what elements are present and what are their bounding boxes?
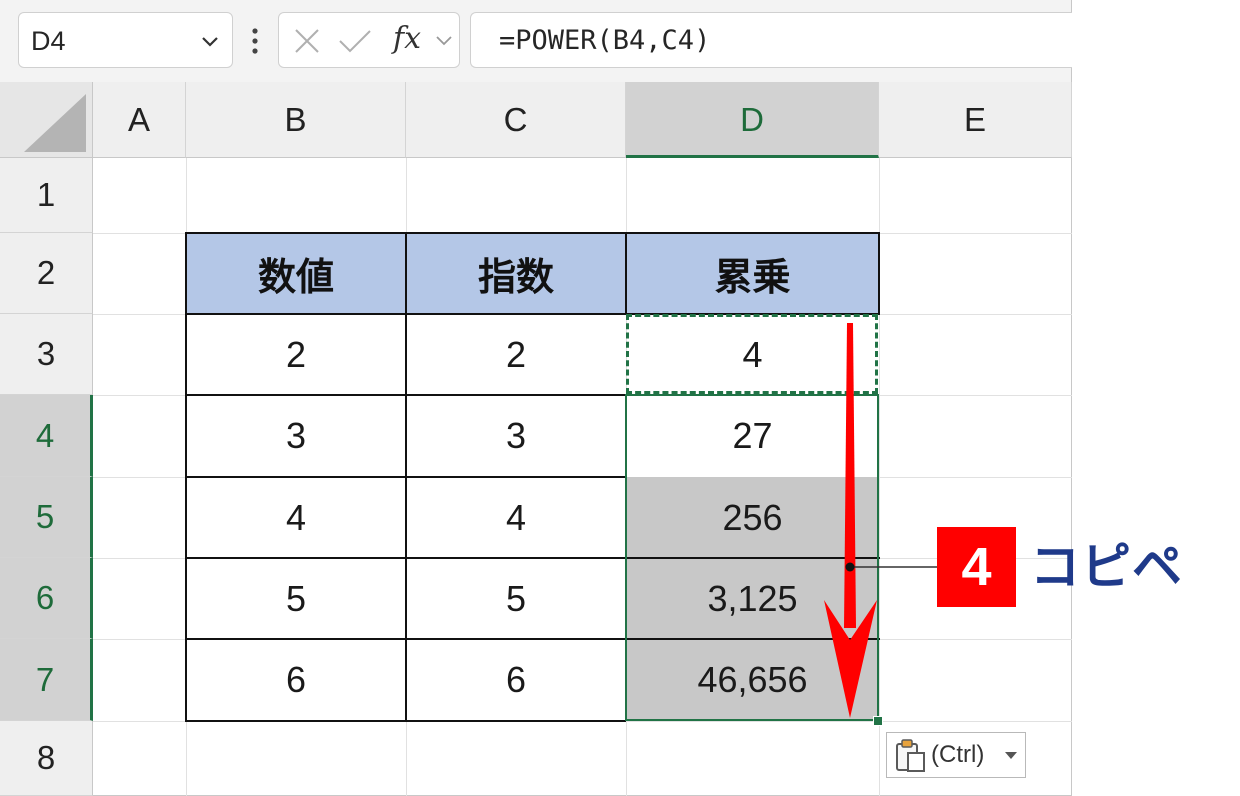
column-header-b[interactable]: B xyxy=(186,82,406,158)
table-border xyxy=(185,232,187,722)
row-header-3[interactable]: 3 xyxy=(0,314,93,395)
step-number-badge: 4 xyxy=(937,527,1016,607)
table-border xyxy=(878,232,880,314)
name-box[interactable]: D4 xyxy=(18,12,233,68)
paste-options-label: (Ctrl) xyxy=(931,741,985,768)
table-border xyxy=(186,232,880,234)
name-box-value: D4 xyxy=(31,26,66,56)
table-cell[interactable]: 4 xyxy=(186,477,406,558)
clipboard-icon xyxy=(896,739,925,772)
row-header-6[interactable]: 6 xyxy=(0,558,93,639)
cancel-icon[interactable] xyxy=(293,27,321,55)
table-header-cell[interactable]: 数値 xyxy=(186,233,406,314)
selection-range xyxy=(625,394,879,721)
row-header-4[interactable]: 4 xyxy=(0,395,93,477)
table-header-cell[interactable]: 指数 xyxy=(406,233,626,314)
table-cell[interactable]: 5 xyxy=(186,558,406,639)
chevron-down-icon[interactable] xyxy=(198,29,222,53)
table-cell[interactable]: 3 xyxy=(186,395,406,477)
step-label: コピペ xyxy=(1030,539,1183,595)
table-cell[interactable]: 6 xyxy=(186,639,406,721)
table-cell[interactable]: 5 xyxy=(406,558,626,639)
row-header-2[interactable]: 2 xyxy=(0,233,93,314)
column-header-d[interactable]: D xyxy=(626,82,879,158)
table-header-cell[interactable]: 累乗 xyxy=(626,233,879,314)
row-header-1[interactable]: 1 xyxy=(0,158,93,233)
table-border xyxy=(405,232,407,722)
row-header-7[interactable]: 7 xyxy=(0,639,93,721)
row-header-5[interactable]: 5 xyxy=(0,477,93,558)
table-cell[interactable]: 2 xyxy=(186,314,406,395)
more-options-icon[interactable] xyxy=(248,26,262,56)
table-cell[interactable]: 6 xyxy=(406,639,626,721)
enter-check-icon[interactable] xyxy=(337,27,373,55)
column-header-e[interactable]: E xyxy=(879,82,1072,158)
table-cell[interactable]: 3 xyxy=(406,395,626,477)
formula-controls: fx xyxy=(278,12,460,68)
formula-text: =POWER(B4,C4) xyxy=(499,25,711,56)
column-header-c[interactable]: C xyxy=(406,82,626,158)
select-all-button[interactable] xyxy=(0,82,93,158)
table-cell[interactable]: 4 xyxy=(406,477,626,558)
table-cell[interactable]: 2 xyxy=(406,314,626,395)
formula-input[interactable]: =POWER(B4,C4) xyxy=(470,12,1072,68)
column-header-a[interactable]: A xyxy=(93,82,186,158)
chevron-down-icon[interactable] xyxy=(435,33,453,49)
table-border xyxy=(625,232,627,314)
row-header-8[interactable]: 8 xyxy=(0,721,93,796)
paste-options-button[interactable]: (Ctrl) xyxy=(886,732,1026,778)
fill-handle[interactable] xyxy=(873,716,883,726)
chevron-down-icon xyxy=(1005,752,1017,759)
copy-marquee xyxy=(626,314,878,394)
insert-function-icon[interactable]: fx xyxy=(393,21,421,56)
